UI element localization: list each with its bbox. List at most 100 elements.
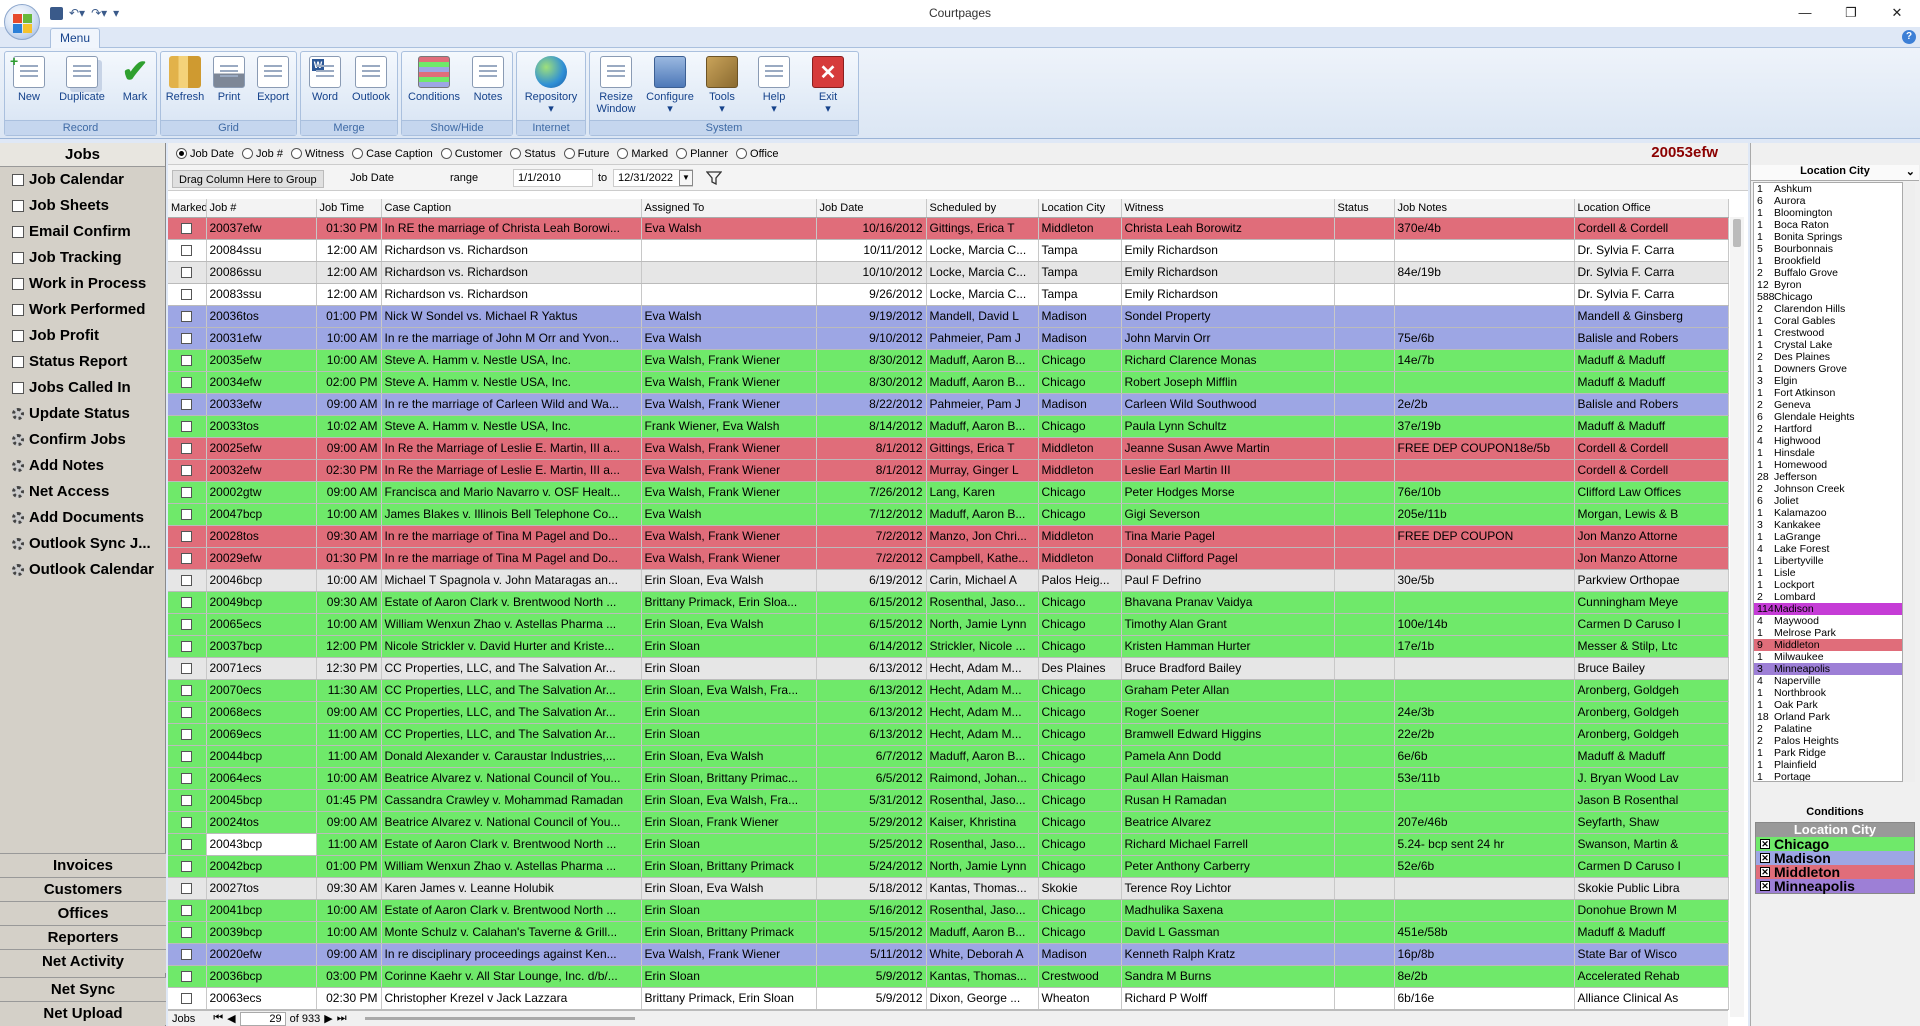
tools-button[interactable]: Tools ▾ [700,54,744,120]
marked-checkbox[interactable] [181,377,193,389]
nav-section-net-sync[interactable]: Net Sync [0,977,166,1001]
marked-cell[interactable] [168,921,207,944]
table-row[interactable]: 20047bcp 10:00 AM James Blakes v. Illinois… [168,503,1729,526]
marked-checkbox[interactable] [181,883,193,895]
table-row[interactable]: 20046bcp 10:00 AM Michael T Spagnola v. Jo… [168,569,1729,592]
marked-cell[interactable] [168,393,207,416]
marked-checkbox[interactable] [181,905,193,917]
notes-button[interactable]: Notes [466,54,510,120]
location-item[interactable]: 3 Elgin [1754,375,1902,387]
marked-checkbox[interactable] [181,465,193,477]
table-row[interactable]: 20037bcp 12:00 PM Nicole Strickler v. Davi… [168,635,1729,658]
location-item[interactable]: 1 Libertyville [1754,555,1902,567]
marked-checkbox[interactable] [181,597,193,609]
location-item[interactable]: 4 Lake Forest [1754,543,1902,555]
nav-item-job-sheets[interactable]: Job Sheets [0,193,165,219]
location-item[interactable]: 2 Des Plaines [1754,351,1902,363]
print-button[interactable]: Print [207,54,251,120]
last-record-icon[interactable]: ⏭ [337,1012,347,1025]
column-header-location-city[interactable]: Location City [1038,199,1122,218]
marked-cell[interactable] [168,745,207,768]
table-row[interactable]: 20086ssu 12:00 AM Richardson vs. Richardso… [168,261,1729,284]
column-header-job-notes[interactable]: Job Notes [1394,199,1575,218]
nav-section-net-upload[interactable]: Net Upload [0,1001,166,1025]
table-row[interactable]: 20025efw 09:00 AM In Re the Marriage of Le… [168,437,1729,460]
location-item[interactable]: 1 Plainfield [1754,759,1902,771]
nav-item-status-report[interactable]: Status Report [0,349,165,375]
nav-item-confirm-jobs[interactable]: Confirm Jobs [0,427,165,453]
location-item[interactable]: 2 Palatine [1754,723,1902,735]
repository-button[interactable]: Repository ▾ [519,54,583,120]
table-row[interactable]: 20029efw 01:30 PM In re the marriage of Ti… [168,547,1729,570]
filter-radio-marked[interactable]: Marked [617,148,668,160]
table-row[interactable]: 20063ecs 02:30 PM Christopher Krezel v Jac… [168,987,1729,1010]
nav-header-jobs[interactable]: Jobs [0,143,165,167]
table-row[interactable]: 20041bcp 10:00 AM Estate of Aaron Clark v.… [168,899,1729,922]
nav-item-add-documents[interactable]: Add Documents [0,505,165,531]
table-row[interactable]: 20070ecs 11:30 AM CC Properties, LLC, and … [168,679,1729,702]
table-row[interactable]: 20045bcp 01:45 PM Cassandra Crawley v. Moh… [168,789,1729,812]
nav-section-invoices[interactable]: Invoices [0,853,166,877]
marked-checkbox[interactable] [181,289,193,301]
table-row[interactable]: 20069ecs 11:00 AM CC Properties, LLC, and … [168,723,1729,746]
marked-checkbox[interactable] [181,839,193,851]
marked-checkbox[interactable] [181,685,193,697]
nav-item-job-calendar[interactable]: Job Calendar [0,167,165,193]
marked-cell[interactable] [168,767,207,790]
column-header-location-office[interactable]: Location Office [1574,199,1729,218]
location-city-header[interactable]: Location City ⌄ [1751,165,1919,181]
marked-checkbox[interactable] [181,795,193,807]
marked-checkbox[interactable] [181,927,193,939]
location-item[interactable]: 1 Crestwood [1754,327,1902,339]
marked-checkbox[interactable] [181,553,193,565]
location-item[interactable]: 4 Maywood [1754,615,1902,627]
marked-checkbox[interactable] [181,707,193,719]
column-header-job-time[interactable]: Job Time [316,199,382,218]
condition-checkbox-icon[interactable]: ✕ [1760,853,1770,863]
marked-cell[interactable] [168,613,207,636]
table-row[interactable]: 20033efw 09:00 AM In re the marriage of Ca… [168,393,1729,416]
refresh-button[interactable]: Refresh [163,54,207,120]
condition-chicago[interactable]: ✕ Chicago [1756,837,1914,851]
table-row[interactable]: 20068ecs 09:00 AM CC Properties, LLC, and … [168,701,1729,724]
nav-section-reporters[interactable]: Reporters [0,925,166,949]
marked-checkbox[interactable] [181,575,193,587]
marked-cell[interactable] [168,965,207,988]
nav-item-net-access[interactable]: Net Access [0,479,165,505]
marked-checkbox[interactable] [181,333,193,345]
table-row[interactable]: 20084ssu 12:00 AM Richardson vs. Richardso… [168,239,1729,262]
location-item[interactable]: 1 Park Ridge [1754,747,1902,759]
marked-checkbox[interactable] [181,311,193,323]
marked-cell[interactable] [168,701,207,724]
column-header-job[interactable]: Job # [206,199,317,218]
marked-cell[interactable] [168,503,207,526]
minimize-button[interactable]: — [1782,0,1828,27]
table-row[interactable]: 20035efw 10:00 AM Steve A. Hamm v. Nestle … [168,349,1729,372]
condition-minneapolis[interactable]: ✕ Minneapolis [1756,879,1914,893]
location-item[interactable]: 588 Chicago [1754,291,1902,303]
location-item[interactable]: 2 Clarendon Hills [1754,303,1902,315]
location-item[interactable]: 2 Johnson Creek [1754,483,1902,495]
condition-checkbox-icon[interactable]: ✕ [1760,867,1770,877]
nav-item-outlook-calendar[interactable]: Outlook Calendar [0,557,165,583]
marked-checkbox[interactable] [181,729,193,741]
location-item[interactable]: 2 Palos Heights [1754,735,1902,747]
resize-window-button[interactable]: Resize Window [592,54,640,120]
table-row[interactable]: 20071ecs 12:30 PM CC Properties, LLC, and … [168,657,1729,680]
nav-section-customers[interactable]: Customers [0,877,166,901]
location-item[interactable]: 2 Buffalo Grove [1754,267,1902,279]
marked-checkbox[interactable] [181,421,193,433]
nav-item-work-performed[interactable]: Work Performed [0,297,165,323]
duplicate-button[interactable]: Duplicate [57,54,107,120]
location-item[interactable]: 18 Orland Park [1754,711,1902,723]
table-row[interactable]: 20049bcp 09:30 AM Estate of Aaron Clark v.… [168,591,1729,614]
maximize-button[interactable]: ❐ [1828,0,1874,27]
mark-button[interactable]: ✔ Mark [113,54,157,120]
condition-middleton[interactable]: ✕ Middleton [1756,865,1914,879]
marked-cell[interactable] [168,349,207,372]
column-header-status[interactable]: Status [1334,199,1395,218]
nav-item-job-tracking[interactable]: Job Tracking [0,245,165,271]
marked-cell[interactable] [168,789,207,812]
horizontal-scroll-thumb[interactable] [364,1017,635,1020]
table-row[interactable]: 20033tos 10:02 AM Steve A. Hamm v. Nestle … [168,415,1729,438]
